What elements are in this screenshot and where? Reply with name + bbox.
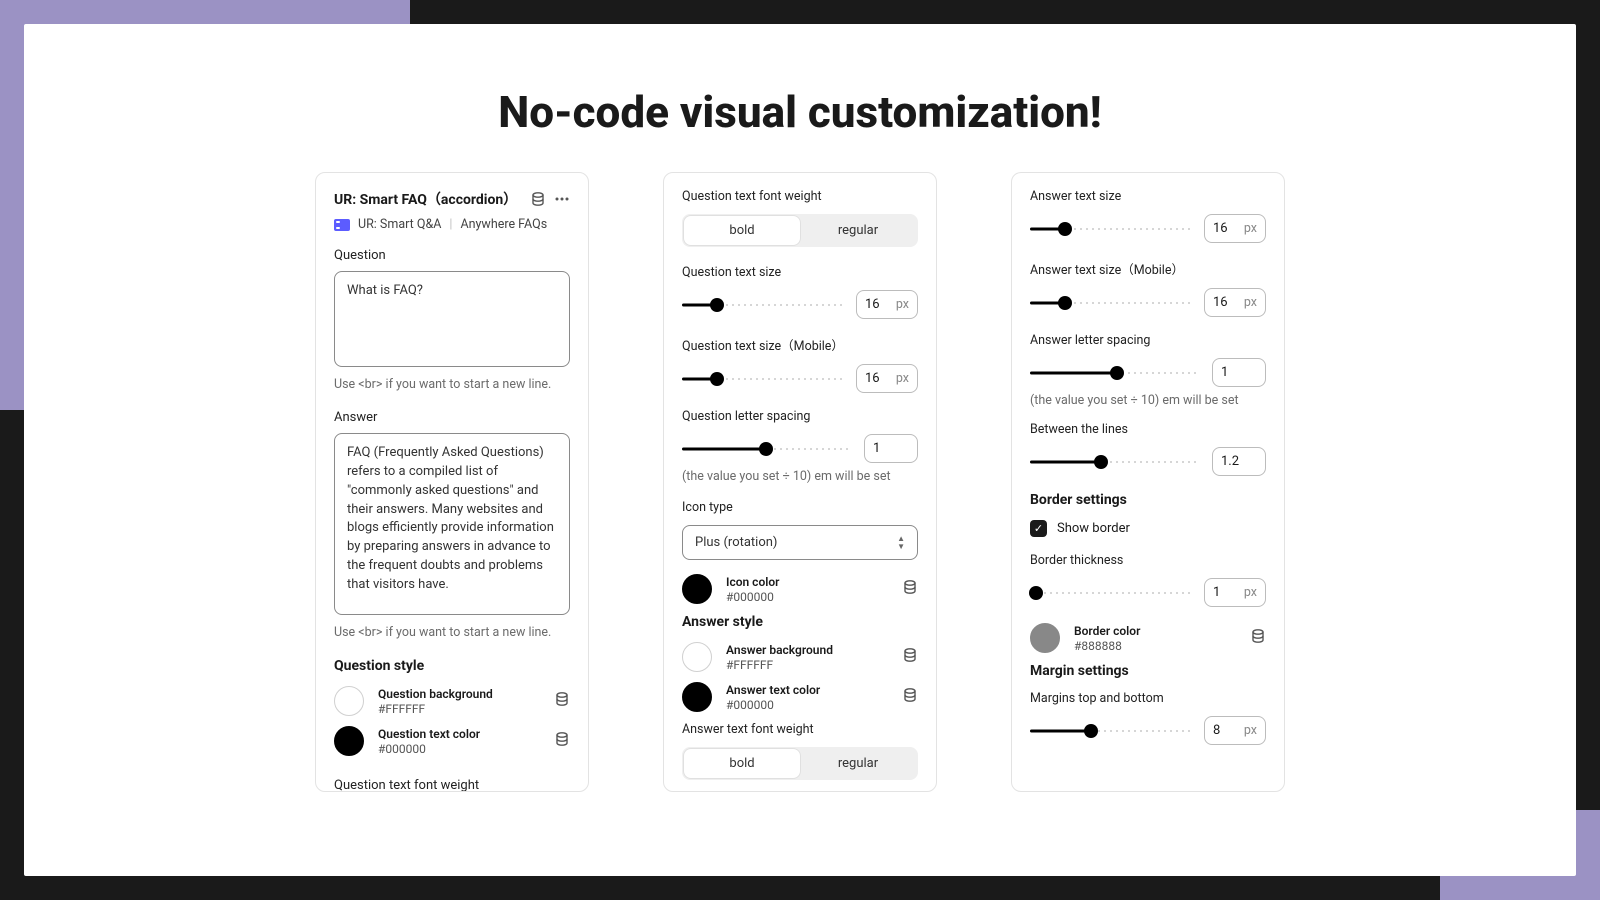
question-bg-color-row[interactable]: Question background #FFFFFF [334,686,570,716]
color-name: Question text color [378,727,540,741]
color-swatch[interactable] [334,686,364,716]
color-swatch[interactable] [334,726,364,756]
question-text-size-input[interactable]: 16px [856,290,918,319]
more-icon[interactable] [554,191,570,207]
settings-panel-block: UR: Smart FAQ（accordion） UR: Smart Q&A |… [315,172,589,792]
answer-letter-spacing-slider[interactable] [1030,365,1198,381]
question-style-heading: Question style [334,658,570,674]
color-hex: #FFFFFF [378,702,540,716]
question-text-size-slider[interactable] [682,297,842,313]
question-letter-spacing-label: Question letter spacing [682,409,918,424]
block-title: UR: Smart FAQ（accordion） [334,189,517,209]
show-border-label: Show border [1057,521,1130,536]
color-swatch[interactable] [682,682,712,712]
answer-letter-spacing-input[interactable]: 1 [1212,358,1266,387]
show-border-checkbox[interactable]: ✓ [1030,520,1047,537]
settings-panel-question-style: Question text font weight bold regular Q… [663,172,937,792]
crumb-section[interactable]: Anywhere FAQs [460,217,547,232]
answer-font-weight-label: Answer text font weight [682,722,918,737]
color-hex: #000000 [726,590,888,604]
toggle-bold[interactable]: bold [684,749,800,778]
toggle-regular[interactable]: regular [800,749,916,778]
color-name: Border color [1074,624,1236,638]
question-text-size-mobile-input[interactable]: 16px [856,364,918,393]
breadcrumb: UR: Smart Q&A | Anywhere FAQs [334,217,570,232]
icon-color-row[interactable]: Icon color #000000 [682,574,918,604]
answer-text-color-row[interactable]: Answer text color #000000 [682,682,918,712]
icon-type-select[interactable]: Plus (rotation) ▲▼ [682,525,918,560]
letter-spacing-helper: (the value you set ÷ 10) em will be set [682,469,918,484]
settings-panel-answer-border: Answer text size 16px Answer text size（M… [1011,172,1285,792]
question-letter-spacing-slider[interactable] [682,441,850,457]
answer-text-size-slider[interactable] [1030,221,1190,237]
question-text-size-mobile-slider[interactable] [682,371,842,387]
answer-input[interactable] [334,433,570,615]
question-text-color-row[interactable]: Question text color #000000 [334,726,570,756]
answer-style-heading: Answer style [682,614,918,630]
crumb-app[interactable]: UR: Smart Q&A [358,217,441,232]
app-icon [334,219,350,231]
border-thickness-input[interactable]: 1px [1204,578,1266,607]
dynamic-source-icon[interactable] [530,191,546,207]
answer-helper: Use <br> if you want to start a new line… [334,625,570,640]
toggle-regular[interactable]: regular [800,216,916,245]
answer-font-weight-toggle[interactable]: bold regular [682,747,918,780]
page-title: No-code visual customization! [24,86,1576,138]
icon-type-label: Icon type [682,500,918,515]
border-settings-heading: Border settings [1030,492,1266,508]
color-hex: #FFFFFF [726,658,888,672]
answer-text-size-input[interactable]: 16px [1204,214,1266,243]
dynamic-source-icon[interactable] [554,731,570,751]
content-card: No-code visual customization! UR: Smart … [24,24,1576,876]
answer-text-size-mobile-slider[interactable] [1030,295,1190,311]
question-text-size-label: Question text size [682,265,918,280]
border-color-row[interactable]: Border color #888888 [1030,623,1266,653]
color-swatch[interactable] [682,574,712,604]
question-font-weight-label: Question text font weight [682,189,918,204]
show-border-checkbox-row[interactable]: ✓ Show border [1030,520,1266,537]
question-label: Question [334,248,570,263]
answer-bg-color-row[interactable]: Answer background #FFFFFF [682,642,918,672]
margin-top-bottom-input[interactable]: 8px [1204,716,1266,745]
color-swatch[interactable] [1030,623,1060,653]
color-name: Icon color [726,575,888,589]
question-letter-spacing-input[interactable]: 1 [864,434,918,463]
question-helper: Use <br> if you want to start a new line… [334,377,570,392]
dynamic-source-icon[interactable] [902,579,918,599]
answer-text-size-mobile-label: Answer text size（Mobile） [1030,259,1266,278]
chevron-updown-icon: ▲▼ [897,535,905,550]
question-font-weight-label-truncated: Question text font weight [334,778,479,792]
answer-letter-spacing-label: Answer letter spacing [1030,333,1266,348]
dynamic-source-icon[interactable] [902,687,918,707]
question-font-weight-toggle[interactable]: bold regular [682,214,918,247]
answer-text-size-mobile-input[interactable]: 16px [1204,288,1266,317]
toggle-bold[interactable]: bold [684,216,800,245]
color-name: Question background [378,687,540,701]
dynamic-source-icon[interactable] [1250,628,1266,648]
dynamic-source-icon[interactable] [902,647,918,667]
color-hex: #888888 [1074,639,1236,653]
line-height-input[interactable]: 1.2 [1212,447,1266,476]
color-name: Answer text color [726,683,888,697]
question-input[interactable] [334,271,570,367]
line-height-label: Between the lines [1030,422,1266,437]
answer-label: Answer [334,410,570,425]
letter-spacing-helper: (the value you set ÷ 10) em will be set [1030,393,1266,408]
border-thickness-label: Border thickness [1030,553,1266,568]
color-hex: #000000 [726,698,888,712]
color-name: Answer background [726,643,888,657]
line-height-slider[interactable] [1030,454,1198,470]
dynamic-source-icon[interactable] [554,691,570,711]
answer-text-size-label: Answer text size [1030,189,1266,204]
border-thickness-slider[interactable] [1030,585,1190,601]
crumb-separator: | [449,217,452,232]
color-hex: #000000 [378,742,540,756]
margin-top-bottom-slider[interactable] [1030,723,1190,739]
color-swatch[interactable] [682,642,712,672]
margin-top-bottom-label: Margins top and bottom [1030,691,1266,706]
question-text-size-mobile-label: Question text size（Mobile） [682,335,918,354]
margin-settings-heading: Margin settings [1030,663,1266,679]
